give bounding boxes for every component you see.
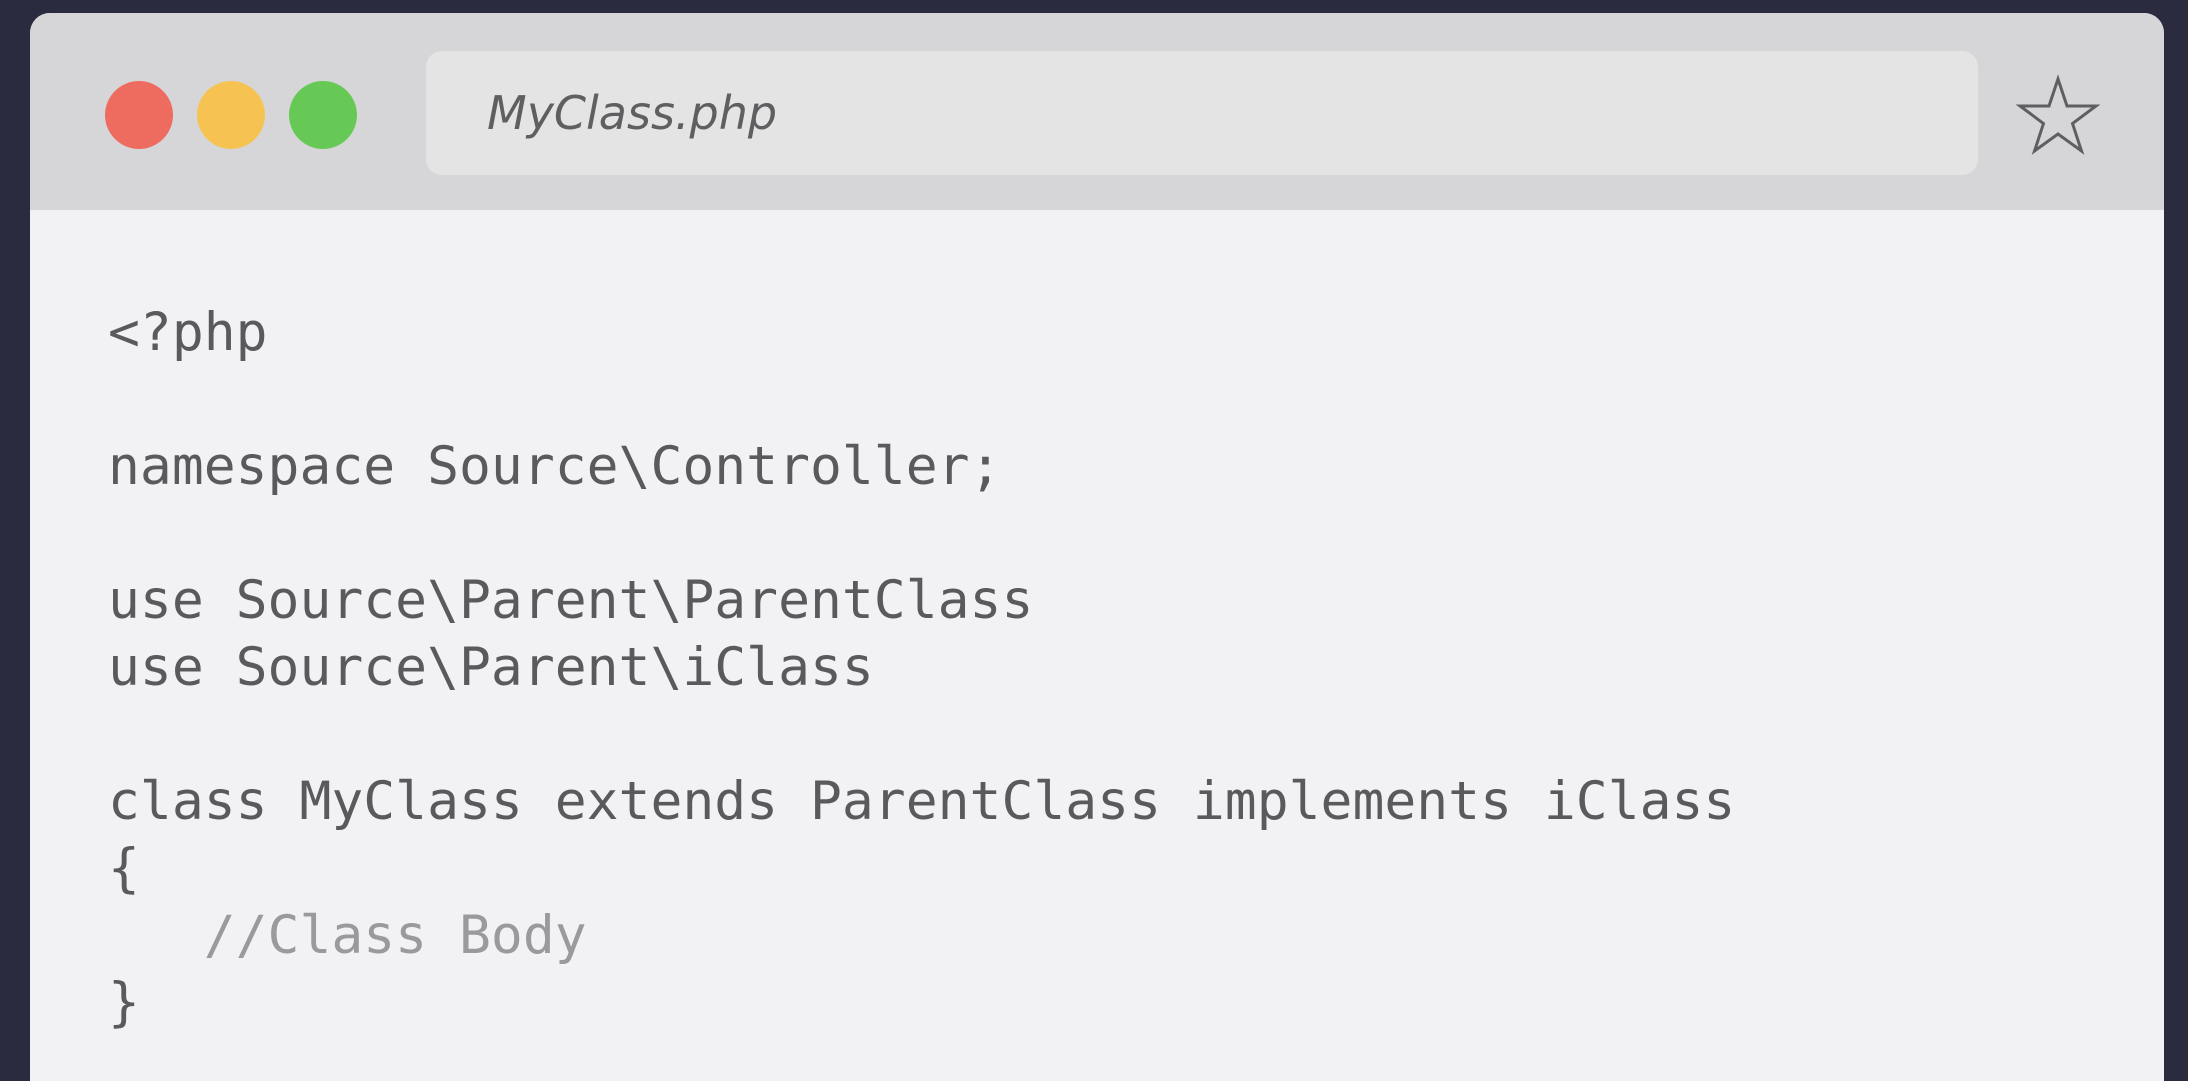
maximize-window-button[interactable] (289, 81, 357, 149)
star-icon[interactable] (2016, 73, 2100, 157)
code-line: namespace Source\Controller; (108, 436, 1002, 497)
minimize-window-button[interactable] (197, 81, 265, 149)
code-line: { (108, 838, 140, 899)
code-line: use Source\Parent\iClass (108, 637, 874, 698)
close-window-button[interactable] (105, 81, 173, 149)
editor-window: MyClass.php <?php namespace Source\Contro… (30, 13, 2164, 1081)
code-line: } (108, 972, 140, 1033)
code-editor[interactable]: <?php namespace Source\Controller; use Sou… (108, 299, 1735, 1036)
file-name-label: MyClass.php (487, 86, 778, 140)
code-line: use Source\Parent\ParentClass (108, 570, 1034, 631)
code-line: class MyClass extends ParentClass implem… (108, 771, 1736, 832)
title-bar: MyClass.php (30, 13, 2164, 210)
code-line: <?php (108, 302, 268, 363)
file-tab-bar[interactable]: MyClass.php (426, 51, 1978, 175)
code-comment-line: //Class Body (108, 905, 587, 966)
